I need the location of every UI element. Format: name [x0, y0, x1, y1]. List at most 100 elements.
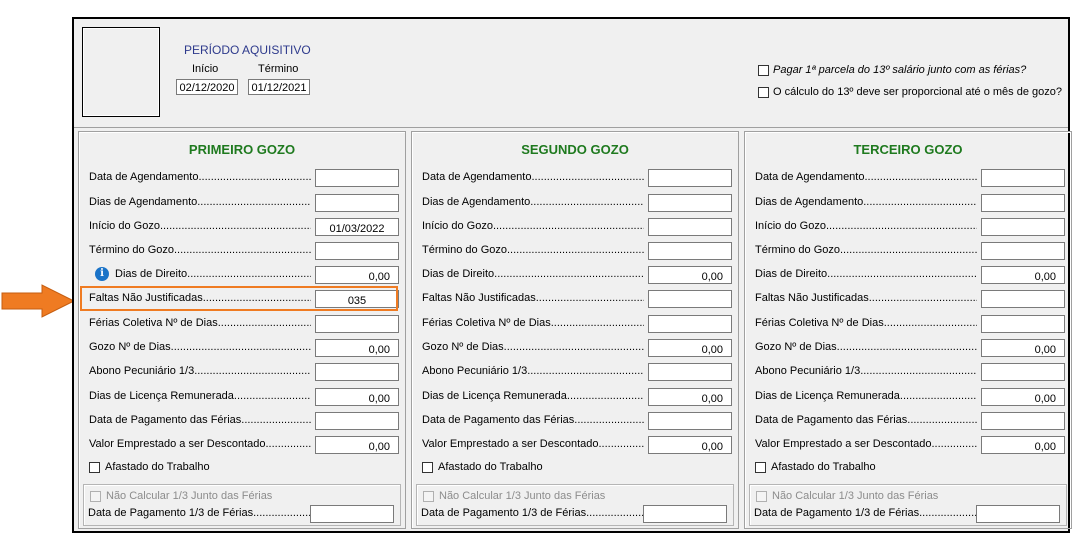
- valor-emprestado-field[interactable]: 0,00: [648, 436, 732, 454]
- termino-gozo-field[interactable]: [315, 242, 399, 260]
- termino-date-field[interactable]: 01/12/2021: [248, 79, 310, 95]
- abono-label: Abono Pecuniário 1/3: [422, 365, 644, 377]
- column-title: TERCEIRO GOZO: [853, 142, 963, 157]
- pagamento-13-label: Data de Pagamento 1/3 de Férias: [88, 507, 310, 519]
- dias-direito-field[interactable]: 0,00: [315, 266, 399, 284]
- pagamento-ferias-label: Data de Pagamento das Férias: [89, 414, 311, 426]
- termino-label: Término: [258, 63, 299, 75]
- valor-emprestado-field[interactable]: 0,00: [315, 436, 399, 454]
- nao-calcular-checkbox[interactable]: [90, 490, 101, 502]
- column-title: PRIMEIRO GOZO: [188, 142, 296, 157]
- inicio-date-field[interactable]: 02/12/2020: [176, 79, 238, 95]
- termino-gozo-label: Término do Gozo: [422, 244, 644, 256]
- photo-placeholder: [82, 27, 160, 117]
- afastado-checkbox[interactable]: [422, 461, 433, 473]
- pagamento-ferias-label: Data de Pagamento das Férias: [422, 414, 644, 426]
- dias-direito-label: Dias de Direito: [422, 268, 644, 280]
- faltas-label: Faltas Não Justificadas: [755, 292, 977, 304]
- terco-group: Não Calcular 1/3 Junto das Férias Data de…: [749, 484, 1067, 526]
- licenca-label: Dias de Licença Remunerada: [422, 390, 644, 402]
- termino-gozo-field[interactable]: [648, 242, 732, 260]
- pagamento-ferias-field[interactable]: [315, 412, 399, 430]
- pagamento-13-field[interactable]: [310, 505, 394, 523]
- nao-calcular-checkbox[interactable]: [756, 490, 767, 502]
- column-primeiro-gozo: PRIMEIRO GOZO Data de Agendamento Dias de …: [78, 131, 406, 529]
- ferias-coletiva-label: Férias Coletiva Nº de Dias: [89, 317, 311, 329]
- periodo-title: PERÍODO AQUISITIVO: [184, 43, 311, 57]
- dias-agendamento-field[interactable]: [315, 194, 399, 212]
- data-agendamento-field[interactable]: [315, 169, 399, 187]
- terco-group: Não Calcular 1/3 Junto das Férias Data de…: [416, 484, 734, 526]
- gozo-dias-label: Gozo Nº de Dias: [89, 341, 311, 353]
- inicio-gozo-label: Início do Gozo: [755, 220, 977, 232]
- faltas-label: Faltas Não Justificadas: [422, 292, 644, 304]
- calculo-13-option[interactable]: O cálculo do 13º deve ser proporcional a…: [758, 86, 1062, 98]
- nao-calcular-checkbox[interactable]: [423, 490, 434, 502]
- licenca-field[interactable]: 0,00: [981, 388, 1065, 406]
- gozo-dias-field[interactable]: 0,00: [981, 339, 1065, 357]
- licenca-label: Dias de Licença Remunerada: [89, 390, 311, 402]
- vacation-form: PERÍODO AQUISITIVO Início Término 02/12/…: [72, 17, 1072, 533]
- header-section: PERÍODO AQUISITIVO Início Término 02/12/…: [74, 19, 1068, 128]
- valor-emprestado-label: Valor Emprestado a ser Descontado: [89, 438, 311, 450]
- valor-emprestado-field[interactable]: 0,00: [981, 436, 1065, 454]
- data-agendamento-field[interactable]: [648, 169, 732, 187]
- pagamento-13-label: Data de Pagamento 1/3 de Férias: [754, 507, 976, 519]
- abono-field[interactable]: [981, 363, 1065, 381]
- nao-calcular-option[interactable]: Não Calcular 1/3 Junto das Férias: [423, 490, 605, 502]
- pagamento-ferias-field[interactable]: [648, 412, 732, 430]
- data-agendamento-label: Data de Agendamento: [755, 171, 977, 183]
- pagamento-ferias-label: Data de Pagamento das Férias: [755, 414, 977, 426]
- dias-agendamento-field[interactable]: [648, 194, 732, 212]
- dias-agendamento-label: Dias de Agendamento: [422, 196, 644, 208]
- calculo-13-checkbox[interactable]: [758, 86, 769, 98]
- column-title: SEGUNDO GOZO: [521, 142, 629, 157]
- dias-direito-field[interactable]: 0,00: [648, 266, 732, 284]
- afastado-option[interactable]: Afastado do Trabalho: [89, 461, 210, 473]
- licenca-field[interactable]: 0,00: [648, 388, 732, 406]
- ferias-coletiva-field[interactable]: [315, 315, 399, 333]
- licenca-field[interactable]: 0,00: [315, 388, 399, 406]
- gozo-dias-field[interactable]: 0,00: [315, 339, 399, 357]
- nao-calcular-option[interactable]: Não Calcular 1/3 Junto das Férias: [90, 490, 272, 502]
- ferias-coletiva-field[interactable]: [981, 315, 1065, 333]
- dias-direito-field[interactable]: 0,00: [981, 266, 1065, 284]
- pagar-13-checkbox[interactable]: [758, 64, 769, 76]
- nao-calcular-option[interactable]: Não Calcular 1/3 Junto das Férias: [756, 490, 938, 502]
- pagar-13-option[interactable]: Pagar 1ª parcela do 13º salário junto co…: [758, 64, 1026, 76]
- pagamento-13-field[interactable]: [976, 505, 1060, 523]
- valor-emprestado-label: Valor Emprestado a ser Descontado: [422, 438, 644, 450]
- dias-agendamento-field[interactable]: [981, 194, 1065, 212]
- gozo-dias-label: Gozo Nº de Dias: [755, 341, 977, 353]
- valor-emprestado-label: Valor Emprestado a ser Descontado: [755, 438, 977, 450]
- gozo-dias-field[interactable]: 0,00: [648, 339, 732, 357]
- data-agendamento-field[interactable]: [981, 169, 1065, 187]
- abono-label: Abono Pecuniário 1/3: [89, 365, 311, 377]
- afastado-checkbox[interactable]: [89, 461, 100, 473]
- info-icon[interactable]: i: [95, 267, 109, 281]
- data-agendamento-label: Data de Agendamento: [422, 171, 644, 183]
- inicio-gozo-field[interactable]: [648, 218, 732, 236]
- pagamento-13-field[interactable]: [643, 505, 727, 523]
- terco-group: Não Calcular 1/3 Junto das Férias Data de…: [83, 484, 401, 526]
- ferias-coletiva-label: Férias Coletiva Nº de Dias: [755, 317, 977, 329]
- abono-field[interactable]: [315, 363, 399, 381]
- termino-gozo-field[interactable]: [981, 242, 1065, 260]
- afastado-option[interactable]: Afastado do Trabalho: [422, 461, 543, 473]
- faltas-field[interactable]: [981, 290, 1065, 308]
- abono-field[interactable]: [648, 363, 732, 381]
- gozo-dias-label: Gozo Nº de Dias: [422, 341, 644, 353]
- inicio-gozo-field[interactable]: 01/03/2022: [315, 218, 399, 236]
- inicio-gozo-field[interactable]: [981, 218, 1065, 236]
- afastado-option[interactable]: Afastado do Trabalho: [755, 461, 876, 473]
- dias-agendamento-label: Dias de Agendamento: [755, 196, 977, 208]
- afastado-checkbox[interactable]: [755, 461, 766, 473]
- termino-gozo-label: Término do Gozo: [755, 244, 977, 256]
- dias-direito-label: Dias de Direito: [115, 268, 311, 280]
- inicio-gozo-label: Início do Gozo: [89, 220, 311, 232]
- licenca-label: Dias de Licença Remunerada: [755, 390, 977, 402]
- pagamento-ferias-field[interactable]: [981, 412, 1065, 430]
- ferias-coletiva-field[interactable]: [648, 315, 732, 333]
- faltas-field[interactable]: [648, 290, 732, 308]
- data-agendamento-label: Data de Agendamento: [89, 171, 311, 183]
